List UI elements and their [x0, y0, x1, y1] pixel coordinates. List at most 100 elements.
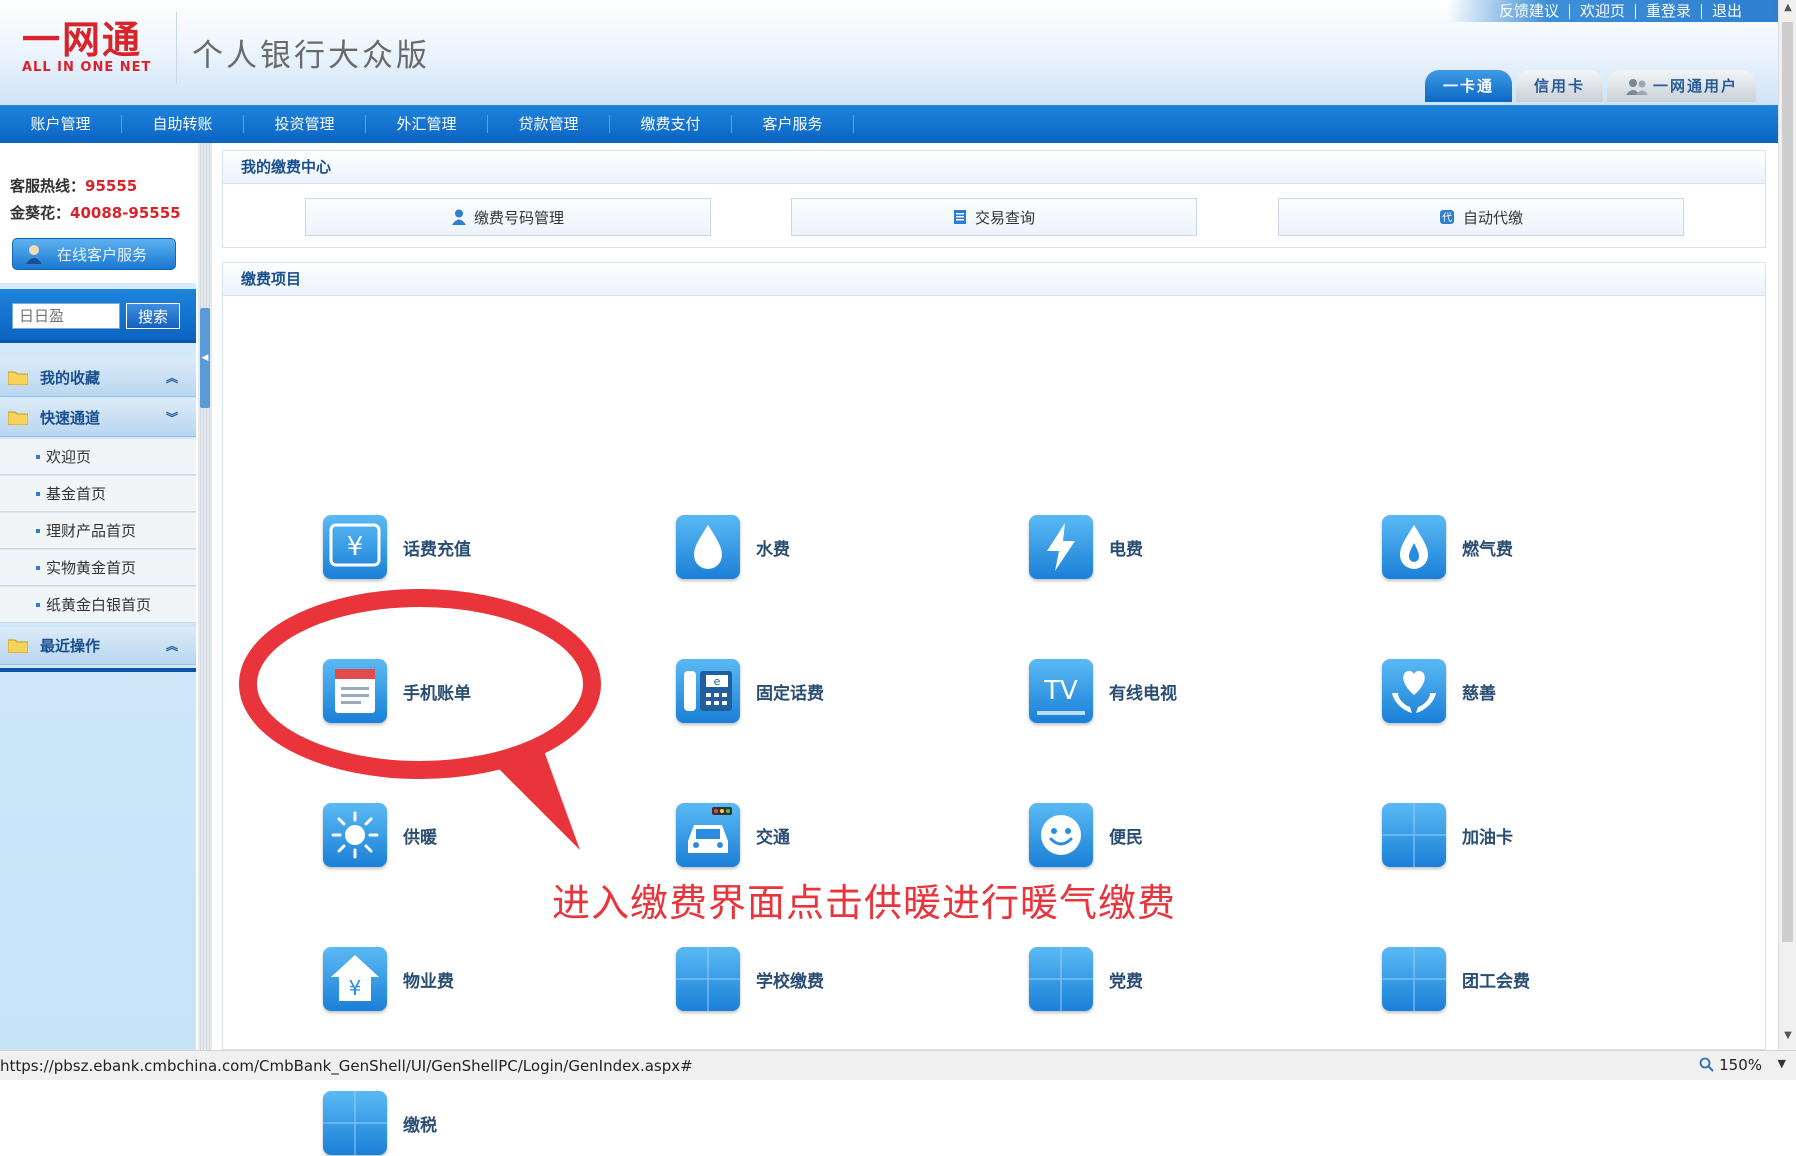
- sidebar-section-recent[interactable]: 最近操作 ︽: [0, 627, 196, 665]
- chevron-up-icon: ︽: [165, 371, 178, 385]
- pay-item-union-dues[interactable]: 团工会费: [1382, 946, 1642, 1012]
- scroll-down-icon[interactable]: ▼: [1782, 1030, 1794, 1042]
- pay-item-cable-tv[interactable]: TV 有线电视: [1029, 658, 1289, 724]
- pay-item-label: 便民: [1109, 827, 1143, 848]
- auto-payment-button[interactable]: 代 自动代缴: [1278, 198, 1684, 236]
- sidebar-item-wealth[interactable]: 理财产品首页: [0, 513, 196, 549]
- header: 一网通 ALL IN ONE NET 个人银行大众版 反馈建议 欢迎页 重登录 …: [0, 0, 1778, 105]
- pay-item-tax[interactable]: 缴税: [323, 1090, 583, 1156]
- sidebar-section-label: 最近操作: [40, 637, 101, 655]
- pay-item-mobile-bill[interactable]: 手机账单: [323, 658, 583, 724]
- pay-item-school[interactable]: 学校缴费: [676, 946, 936, 1012]
- zoom-control[interactable]: 150%: [1699, 1056, 1762, 1074]
- user-type-tabs: 一卡通 信用卡 一网通用户: [1421, 70, 1756, 102]
- water-drop-icon: [676, 515, 740, 579]
- pay-item-charity[interactable]: 慈善: [1382, 658, 1642, 724]
- brand-logo[interactable]: 一网通 ALL IN ONE NET: [18, 17, 158, 76]
- pay-item-label: 电费: [1109, 539, 1143, 560]
- auto-pay-icon: 代: [1439, 210, 1454, 224]
- nav-forex[interactable]: 外汇管理: [366, 115, 488, 133]
- nav-investment[interactable]: 投资管理: [244, 115, 366, 133]
- sidebar-item-welcome[interactable]: 欢迎页: [0, 439, 196, 475]
- payment-number-management-button[interactable]: 缴费号码管理: [305, 198, 711, 236]
- landline-phone-icon: e: [676, 659, 740, 723]
- tab-net-user[interactable]: 一网通用户: [1606, 70, 1756, 102]
- logo-sub-text: ALL IN ONE NET: [22, 60, 152, 75]
- pay-item-property[interactable]: ¥ 物业费: [323, 946, 583, 1012]
- nav-loans[interactable]: 贷款管理: [488, 115, 610, 133]
- chevron-down-icon[interactable]: ▼: [1778, 1057, 1786, 1070]
- sidebar-splitter[interactable]: [198, 143, 212, 1050]
- nav-account-management[interactable]: 账户管理: [0, 115, 122, 133]
- sidebar-search-input[interactable]: [12, 303, 120, 329]
- sidebar-search-button[interactable]: 搜索: [126, 303, 180, 329]
- top-link-relogin[interactable]: 重登录: [1634, 3, 1701, 19]
- pay-item-heating[interactable]: 供暖: [323, 802, 583, 868]
- agent-icon: [26, 245, 42, 264]
- placeholder-grid-icon: [1382, 947, 1446, 1011]
- sidebar-item-label: 纸黄金白银首页: [46, 596, 152, 614]
- sidebar-item-paper-gold[interactable]: 纸黄金白银首页: [0, 587, 196, 623]
- nav-customer-service[interactable]: 客户服务: [732, 115, 854, 133]
- sidebar-section-favorites[interactable]: 我的收藏 ︽: [0, 359, 196, 397]
- pay-item-fuel-card[interactable]: 加油卡: [1382, 802, 1642, 868]
- sidebar-bottom-border: [0, 668, 196, 672]
- scroll-up-icon[interactable]: ▲: [1782, 2, 1794, 14]
- pay-item-label: 固定话费: [756, 683, 824, 704]
- car-icon: [676, 803, 740, 867]
- tab-credit-card[interactable]: 信用卡: [1515, 70, 1603, 102]
- nav-bill-payment[interactable]: 缴费支付: [610, 115, 732, 133]
- pay-item-label: 团工会费: [1462, 971, 1530, 992]
- gas-flame-icon: [1382, 515, 1446, 579]
- nav-self-transfer[interactable]: 自助转账: [122, 115, 244, 133]
- lightning-icon: [1029, 515, 1093, 579]
- pay-item-water[interactable]: 水费: [676, 514, 936, 580]
- gold-hotline: 金葵花：40088-95555: [10, 202, 181, 223]
- hotline-box: 客服热线：95555 金葵花：40088-95555 在线客户服务: [0, 143, 196, 283]
- sidebar-item-physical-gold[interactable]: 实物黄金首页: [0, 550, 196, 586]
- charity-heart-icon: [1382, 659, 1446, 723]
- transaction-query-button[interactable]: 交易查询: [791, 198, 1197, 236]
- tab-net-user-label: 一网通用户: [1652, 77, 1738, 95]
- svg-text:¥: ¥: [349, 976, 362, 1000]
- bullet-icon: [36, 528, 40, 533]
- chevron-up-icon: ︽: [165, 639, 178, 653]
- svg-text:TV: TV: [1043, 676, 1078, 706]
- document-icon: [953, 210, 966, 224]
- window-scrollbar[interactable]: ▲ ▼: [1778, 0, 1796, 1050]
- payment-items-title: 缴费项目: [222, 262, 1766, 296]
- top-link-welcome[interactable]: 欢迎页: [1568, 3, 1635, 19]
- pay-item-electricity[interactable]: 电费: [1029, 514, 1289, 580]
- pay-item-landline[interactable]: e 固定话费: [676, 658, 936, 724]
- top-links: 反馈建议 欢迎页 重登录 退出: [1489, 0, 1752, 22]
- quick-button-label: 缴费号码管理: [473, 208, 564, 227]
- top-link-feedback[interactable]: 反馈建议: [1489, 3, 1569, 19]
- pay-item-gas[interactable]: 燃气费: [1382, 514, 1642, 580]
- sidebar-item-label: 理财产品首页: [46, 522, 137, 540]
- app-title: 个人银行大众版: [192, 38, 430, 74]
- pay-item-label: 加油卡: [1462, 827, 1513, 848]
- online-service-button[interactable]: 在线客户服务: [12, 238, 176, 270]
- mobile-bill-icon: [323, 659, 387, 723]
- sidebar-item-label: 基金首页: [46, 485, 107, 503]
- sidebar-section-label: 我的收藏: [40, 369, 101, 387]
- logo-main-text: 一网通: [22, 17, 143, 62]
- status-url: https://pbsz.ebank.cmbchina.com/CmbBank_…: [0, 1057, 693, 1075]
- payment-center-title: 我的缴费中心: [222, 150, 1766, 184]
- pay-item-traffic[interactable]: 交通: [676, 802, 936, 868]
- placeholder-grid-icon: [323, 1091, 387, 1155]
- annotation-text: 进入缴费界面点击供暖进行暖气缴费: [552, 881, 1177, 925]
- pay-item-convenience[interactable]: 便民: [1029, 802, 1289, 868]
- collapse-sidebar-handle[interactable]: ◀: [200, 308, 210, 408]
- sidebar-section-quick[interactable]: 快速通道 ︾: [0, 399, 196, 437]
- chevron-left-icon: ◀: [201, 353, 209, 363]
- pay-item-party-dues[interactable]: 党费: [1029, 946, 1289, 1012]
- hotline-number: 95555: [85, 177, 138, 195]
- pay-item-phone-topup[interactable]: ¥ 话费充值: [323, 514, 583, 580]
- scroll-thumb[interactable]: [1782, 22, 1793, 942]
- folder-icon: [8, 639, 28, 653]
- sidebar-item-fund[interactable]: 基金首页: [0, 476, 196, 512]
- top-link-logout[interactable]: 退出: [1700, 3, 1752, 19]
- phone-topup-icon: ¥: [323, 515, 387, 579]
- tab-debit-card[interactable]: 一卡通: [1424, 70, 1512, 102]
